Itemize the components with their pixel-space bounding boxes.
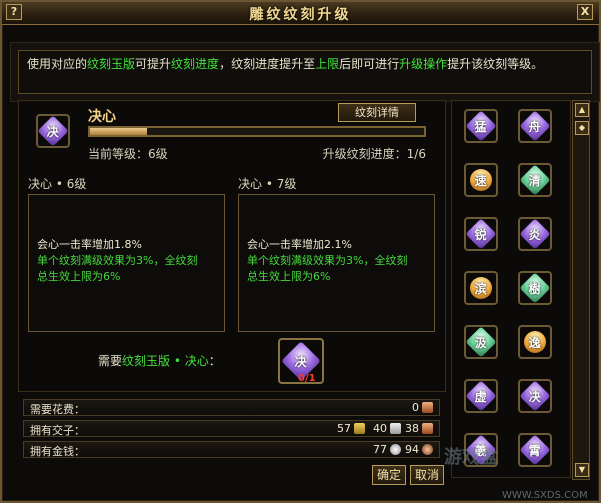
jiaozi-silver-value: 40 (373, 422, 387, 435)
engraving-grid-item[interactable]: 汲 (464, 325, 498, 359)
engraving-grid-item[interactable]: 逸 (518, 325, 552, 359)
required-prefix: 需要 (98, 354, 123, 368)
required-suffix: ： (208, 354, 221, 368)
required-item-glyph: 决 (294, 354, 308, 369)
engraving-grid-glyph: 汲 (474, 335, 488, 350)
money-silver-value: 77 (373, 443, 387, 456)
engraving-grid-item[interactable]: 炎 (518, 217, 552, 251)
engraving-grid-glyph: 霄 (528, 443, 542, 458)
progress-fill (90, 128, 147, 135)
desc-text-3: ，纹刻进度提升至 (219, 57, 316, 71)
scroll-down-icon[interactable]: ▼ (575, 463, 589, 477)
next-level-header: 决心 • 7级 (238, 177, 297, 191)
engraving-grid-item[interactable]: 舟 (518, 109, 552, 143)
desc-text-5: 提升该纹刻等级。 (447, 57, 544, 71)
jiaozi-row: 拥有交子： 57 40 38 (23, 420, 440, 437)
cost-value: 0 (412, 401, 419, 414)
current-effect-line: 会心一击率增加1.8% (37, 238, 142, 251)
next-note-line-2: 总生效上限为6% (247, 270, 331, 283)
jiaozi-gold-value: 57 (337, 422, 351, 435)
watermark-logo: 游戏盒 (444, 447, 498, 468)
desc-text-1: 使用对应的 (27, 57, 88, 71)
cost-currency-icon (422, 402, 433, 413)
scroll-top-icon[interactable]: ▲ (575, 103, 589, 117)
silver-coin-icon (390, 444, 401, 455)
engraving-grid-item[interactable]: 速 (464, 163, 498, 197)
engraving-progress-bar (88, 126, 426, 137)
scroll-thumb[interactable]: ◆ (575, 121, 589, 135)
engraving-grid: 猛舟速清锐炎滨樹汲逸虚决羲霄 (451, 100, 571, 478)
current-note-line-1: 单个纹刻满级效果为3%，全纹刻 (37, 254, 198, 267)
jiaozi-label: 拥有交子： (30, 424, 85, 437)
engraving-grid-item[interactable]: 锐 (464, 217, 498, 251)
silver-jiaozi-icon (390, 423, 401, 434)
current-note-line-2: 总生效上限为6% (37, 270, 121, 283)
engraving-grid-glyph: 逸 (528, 335, 542, 350)
engraving-grid-glyph: 樹 (528, 281, 542, 296)
money-row: 拥有金钱： 77 94 (23, 441, 440, 458)
engraving-upgrade-window: ? 雕纹纹刻升级 X 使用对应的纹刻玉版可提升纹刻进度，纹刻进度提升至上限后即可… (0, 0, 601, 503)
desc-highlight-1: 纹刻玉版 (87, 57, 136, 71)
next-level-panel: 会心一击率增加2.1% 单个纹刻满级效果为3%，全纹刻 总生效上限为6% (238, 194, 435, 332)
copper-coin-icon (422, 444, 433, 455)
engraving-grid-glyph: 猛 (474, 119, 488, 134)
engraving-grid-glyph: 舟 (528, 119, 542, 134)
skill-name: 决心 (88, 109, 116, 125)
title-bar[interactable]: ? 雕纹纹刻升级 X (2, 2, 599, 25)
confirm-button[interactable]: 确定 (372, 465, 406, 485)
skill-icon[interactable]: 决 (36, 114, 70, 148)
money-label: 拥有金钱： (30, 445, 85, 458)
next-effect-line: 会心一击率增加2.1% (247, 238, 352, 251)
desc-highlight-4: 升级操作 (399, 57, 448, 71)
grid-scrollbar[interactable]: ▲ ◆ ▼ (572, 100, 590, 480)
engraving-grid-item[interactable]: 虚 (464, 379, 498, 413)
engraving-grid-glyph: 锐 (474, 227, 488, 242)
engraving-grid-glyph: 虚 (474, 389, 488, 404)
engraving-grid-glyph: 炎 (528, 227, 542, 242)
engraving-grid-item[interactable]: 清 (518, 163, 552, 197)
engraving-grid-item[interactable]: 霄 (518, 433, 552, 467)
engraving-grid-glyph: 决 (528, 389, 542, 404)
gold-jiaozi-icon (354, 423, 365, 434)
desc-highlight-3: 上限 (315, 57, 340, 71)
engraving-grid-item[interactable]: 滨 (464, 271, 498, 305)
skill-icon-glyph: 决 (46, 124, 60, 139)
required-item-name: 纹刻玉版 • 决心 (122, 354, 209, 368)
money-copper-value: 94 (405, 443, 419, 456)
required-item-label: 需要纹刻玉版 • 决心： (98, 352, 221, 369)
desc-highlight-2: 纹刻进度 (171, 57, 220, 71)
window-title: 雕纹纹刻升级 (249, 7, 352, 23)
next-note-line-1: 单个纹刻满级效果为3%，全纹刻 (247, 254, 408, 267)
description-text: 使用对应的纹刻玉版可提升纹刻进度，纹刻进度提升至上限后即可进行升级操作提升该纹刻… (18, 50, 592, 94)
engraving-details-button[interactable]: 纹刻详情 (338, 103, 416, 122)
desc-text-4: 后即可进行 (339, 57, 400, 71)
current-level: 当前等级：6级 (88, 147, 168, 161)
engraving-grid-glyph: 速 (474, 173, 488, 188)
engraving-grid-item[interactable]: 樹 (518, 271, 552, 305)
watermark-url: WWW.SXDS.COM (502, 490, 588, 501)
cost-row: 需要花费： 0 (23, 399, 440, 416)
cost-label: 需要花费： (30, 403, 85, 416)
cancel-button[interactable]: 取消 (410, 465, 444, 485)
copper-jiaozi-icon (422, 423, 433, 434)
upgrade-progress: 升级纹刻进度：1/6 (322, 147, 426, 161)
engraving-grid-glyph: 滨 (474, 281, 488, 296)
engraving-grid-item[interactable]: 决 (518, 379, 552, 413)
jiaozi-copper-value: 38 (405, 422, 419, 435)
engraving-grid-glyph: 清 (528, 173, 542, 188)
engraving-grid-item[interactable]: 猛 (464, 109, 498, 143)
current-level-panel: 会心一击率增加1.8% 单个纹刻满级效果为3%，全纹刻 总生效上限为6% (28, 194, 225, 332)
close-button[interactable]: X (577, 4, 593, 20)
required-item-count: 0/1 (298, 373, 316, 384)
current-level-header: 决心 • 6级 (28, 177, 87, 191)
desc-text-2: 可提升 (135, 57, 172, 71)
